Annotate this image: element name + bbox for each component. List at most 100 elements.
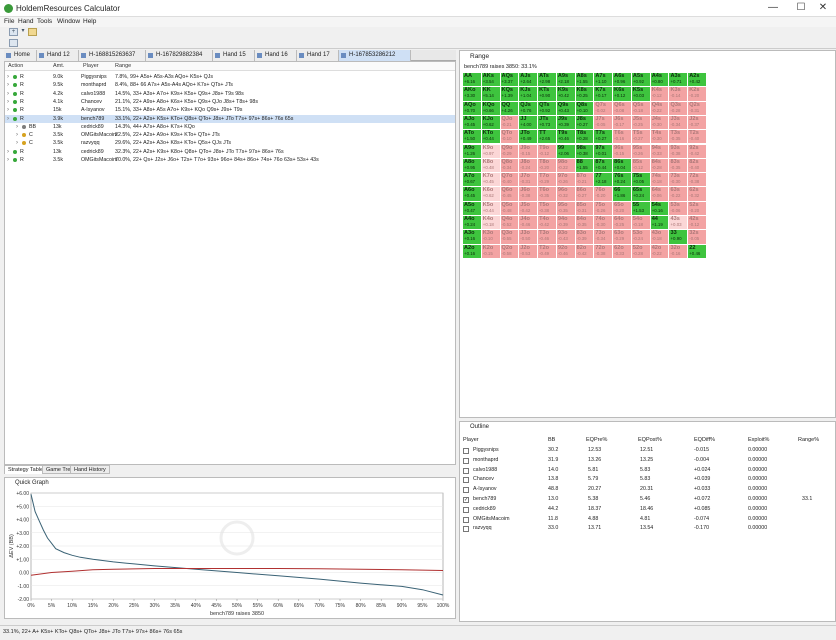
tab-hand-16[interactable]: Hand 16 — [255, 50, 297, 61]
hand-cell[interactable]: 32s -0.05 — [688, 230, 707, 245]
hand-cell[interactable]: 44 +1.19 — [650, 216, 670, 231]
hand-cell[interactable]: 73o -0.34 — [594, 230, 614, 245]
hand-cell[interactable]: 42s -0.12 — [688, 216, 707, 231]
hand-cell[interactable]: A6s +0.96 — [613, 73, 632, 88]
hand-cell[interactable]: TT +2.65 — [538, 130, 557, 145]
hand-cell[interactable]: A3s +0.71 — [669, 73, 689, 88]
expand-chevron-icon[interactable]: › — [7, 156, 9, 164]
hand-cell[interactable]: K7s +0.17 — [594, 87, 614, 102]
hand-cell[interactable]: 87s +0.44 — [594, 158, 614, 174]
hand-cell[interactable]: 97o -0.26 — [556, 173, 576, 188]
hand-cell[interactable]: KQo +0.66 — [481, 101, 501, 116]
tab-home[interactable]: Home — [4, 50, 37, 61]
strategy-row[interactable]: › R 3.5k OMGitsMacoim 70.0%, 22+ Qs+ J2s+ J6… — [5, 156, 455, 164]
hand-cell[interactable]: J3o -0.50 — [519, 230, 539, 245]
hand-cell[interactable]: A8s +1.55 — [575, 73, 595, 88]
hand-cell[interactable]: T7o -0.29 — [538, 173, 557, 188]
hand-cell[interactable]: QTs +0.92 — [538, 101, 557, 116]
hand-cell[interactable]: A9s +2.18 — [556, 73, 576, 88]
player-checkbox[interactable] — [463, 448, 469, 454]
hand-cell[interactable]: 76o -0.20 — [594, 187, 614, 202]
tab-hand-12[interactable]: Hand 12 — [37, 50, 79, 61]
hand-cell[interactable]: Q5s -0.18 — [631, 101, 651, 116]
tab-hand-15[interactable]: Hand 15 — [213, 50, 255, 61]
hand-cell[interactable]: K2o -0.15 — [481, 244, 501, 259]
hand-cell[interactable]: Q3s -0.28 — [669, 101, 689, 116]
hand-cell[interactable]: T8s +0.28 — [575, 130, 595, 145]
close-button[interactable]: ✕ — [810, 1, 836, 15]
hand-cell[interactable]: 98o -0.22 — [556, 158, 576, 174]
hand-cell[interactable]: 33 +0.90 — [669, 230, 689, 245]
outline-row[interactable]: Piggysnips 30.2 12.53 12.51 -0.015 0.00000 — [460, 446, 835, 456]
hand-cell[interactable]: 22 +0.46 — [688, 244, 707, 259]
hand-cell[interactable]: T9s +0.46 — [556, 130, 576, 145]
hand-cell[interactable]: A5s +0.92 — [631, 73, 651, 88]
hand-cell[interactable]: A7o +0.67 — [463, 173, 482, 188]
hand-cell[interactable]: ATs +2.98 — [538, 73, 557, 88]
hand-cell[interactable]: 62s -0.32 — [688, 187, 707, 202]
hand-cell[interactable]: 85s -0.12 — [631, 158, 651, 174]
hand-cell[interactable]: T3s -0.35 — [669, 130, 689, 145]
hand-cell[interactable]: 62o -0.33 — [613, 244, 632, 259]
hand-cell[interactable]: 99 +2.06 — [556, 144, 576, 159]
hand-cell[interactable]: 73s -0.30 — [669, 173, 689, 188]
hand-cell[interactable]: A3o +0.16 — [463, 230, 482, 245]
hand-cell[interactable]: J5s -0.25 — [631, 115, 651, 131]
hand-cell[interactable]: 93o -0.43 — [556, 230, 576, 245]
strategy-row[interactable]: › C 3.5k razvyqq 29.6%, 22+ A2s+ A3o+ K8s+ K… — [5, 139, 455, 147]
hand-cell[interactable]: J9o -0.15 — [519, 144, 539, 159]
col-player[interactable]: Player — [83, 62, 99, 71]
outline-row[interactable]: monthaprd 31.9 13.26 13.25 -0.004 0.00000 — [460, 456, 835, 466]
hand-cell[interactable]: 86s +0.04 — [613, 158, 632, 174]
hand-cell[interactable]: QQ +4.26 — [500, 101, 520, 116]
hand-cell[interactable]: Q8o -0.34 — [500, 158, 520, 174]
hand-cell[interactable]: T4o -0.42 — [538, 216, 557, 231]
hand-cell[interactable]: 54o -0.18 — [631, 216, 651, 231]
strategy-row[interactable]: › R 4.1k Chancev 21.1%, 22+ A9s+ A8o+ K6s+ K… — [5, 98, 455, 106]
hand-cell[interactable]: T7s +0.27 — [594, 130, 614, 145]
hand-cell[interactable]: 85o -0.31 — [575, 201, 595, 216]
tab-h-168815263637[interactable]: H-168815263637 — [79, 50, 146, 61]
hand-cell[interactable]: 86o -0.27 — [575, 187, 595, 202]
strategy-row[interactable]: › R 9.5k monthaprd 8.4%, 88+ 66 A7s+ A5s-A4s… — [5, 81, 455, 89]
strategy-row[interactable]: › R 15k A-Isyanov 15.1%, 33+ A8s+ A5s A7o+ K… — [5, 106, 455, 114]
calculate-icon[interactable] — [9, 39, 18, 47]
hand-cell[interactable]: 65s +0.24 — [631, 187, 651, 202]
outline-row[interactable]: A-Isyanov 48.8 20.27 20.31 +0.033 0.00000 — [460, 485, 835, 495]
hand-cell[interactable]: 43s +0.03 — [669, 216, 689, 231]
hand-cell[interactable]: Q4o -0.52 — [500, 216, 520, 231]
hand-cell[interactable]: JJ +4.00 — [519, 115, 539, 131]
hand-cell[interactable]: Q2s -0.31 — [688, 101, 707, 116]
player-checkbox[interactable] — [463, 477, 469, 484]
tab-hand-17[interactable]: Hand 17 — [297, 50, 339, 61]
strategy-row[interactable]: › R 13k cedrick89 32.3%, 22+ A2s+ K9s+ K8o+ … — [5, 148, 455, 156]
hand-cell[interactable]: 66 +1.86 — [613, 187, 632, 202]
hand-cell[interactable]: 32o -0.16 — [669, 244, 689, 259]
hand-cell[interactable]: J6s -0.17 — [613, 115, 632, 131]
hand-cell[interactable]: T3o -0.46 — [538, 230, 557, 245]
hand-cell[interactable]: Q9o -0.29 — [500, 144, 520, 159]
tab-strategy-table[interactable]: Strategy Table — [4, 465, 48, 474]
hand-cell[interactable]: T2o -0.49 — [538, 244, 557, 259]
tab-hand-history[interactable]: Hand History — [70, 465, 110, 474]
expand-chevron-icon[interactable]: › — [16, 139, 18, 147]
hand-cell[interactable]: 72o -0.38 — [594, 244, 614, 259]
hand-cell[interactable]: JTo +0.49 — [519, 130, 539, 145]
hand-cell[interactable]: 87o -0.21 — [575, 173, 595, 188]
player-checkbox[interactable] — [463, 526, 469, 533]
expand-chevron-icon[interactable]: › — [7, 148, 9, 156]
hand-cell[interactable]: J4s -0.30 — [650, 115, 670, 131]
col-player[interactable]: Player — [463, 436, 479, 444]
hand-cell[interactable]: KTo +0.44 — [481, 130, 501, 145]
hand-cell[interactable]: 64s -0.06 — [650, 187, 670, 202]
player-checkbox[interactable] — [463, 467, 469, 474]
hand-cell[interactable]: K2s -0.20 — [688, 87, 707, 102]
new-hand-icon[interactable]: + — [9, 28, 18, 36]
hand-cell[interactable]: A2s +0.42 — [688, 73, 707, 88]
hand-cell[interactable]: AA +6.16 — [463, 73, 482, 88]
expand-chevron-icon[interactable]: › — [16, 123, 18, 131]
hand-cell[interactable]: K6s +0.12 — [613, 87, 632, 102]
strategy-row[interactable]: › R 9.0k Piggysnips 7.8%, 99+ A5s+ A5s-A3s A… — [5, 73, 455, 81]
hand-cell[interactable]: T2s -0.40 — [688, 130, 707, 145]
hand-cell[interactable]: 83s -0.35 — [669, 158, 689, 174]
